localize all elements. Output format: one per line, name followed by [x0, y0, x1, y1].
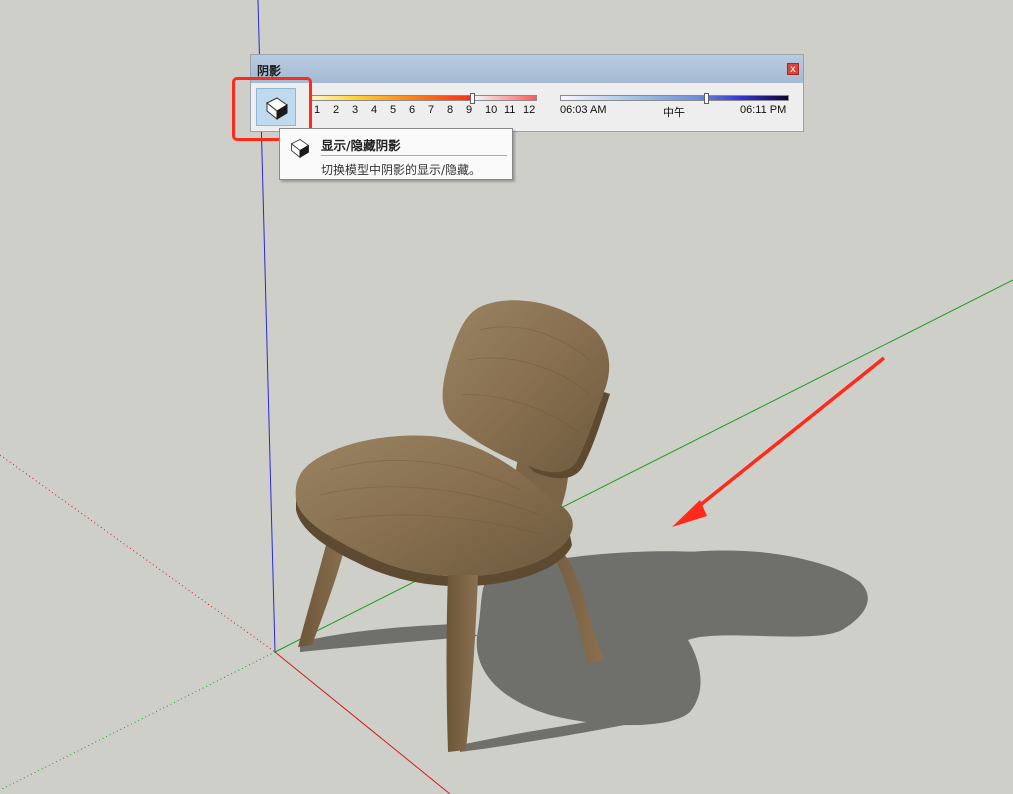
tooltip-divider	[321, 155, 507, 156]
month-label: 11	[504, 104, 516, 116]
time-slider-track[interactable]	[560, 95, 789, 101]
month-label: 12	[523, 104, 536, 116]
shadow-toggle-icon	[290, 139, 310, 159]
month-label: 8	[447, 104, 454, 116]
month-label: 10	[485, 104, 498, 116]
time-noon-label: 中午	[663, 107, 685, 119]
time-slider-thumb[interactable]	[704, 93, 710, 104]
green-axis-dotted	[0, 651, 276, 791]
month-label: 3	[352, 104, 359, 116]
close-button[interactable]: x	[787, 63, 799, 75]
month-label: 2	[333, 104, 340, 116]
month-label: 5	[390, 104, 397, 116]
chair-shadow	[300, 550, 868, 752]
month-label: 1	[314, 104, 321, 116]
shadows-toolbar: 阴影 x 1 2 3 4 5 6 7 8 9 10 11 12 06:03 AM…	[250, 54, 804, 132]
month-label: 7	[428, 104, 435, 116]
tooltip-title: 显示/隐藏阴影	[321, 138, 401, 153]
month-slider-track[interactable]	[309, 95, 537, 101]
tooltip-description: 切换模型中阴影的显示/隐藏。	[321, 163, 482, 177]
annotation-arrow	[672, 356, 886, 527]
time-start-label: 06:03 AM	[560, 104, 607, 116]
red-axis-solid	[274, 651, 451, 794]
month-label: 6	[409, 104, 416, 116]
panel-titlebar[interactable]: 阴影 x	[251, 55, 803, 83]
month-slider-thumb[interactable]	[470, 93, 475, 104]
month-label: 4	[371, 104, 378, 116]
month-label: 9	[466, 104, 473, 116]
time-end-label: 06:11 PM	[740, 104, 787, 116]
tooltip: 显示/隐藏阴影 切换模型中阴影的显示/隐藏。	[279, 128, 513, 180]
red-axis-dotted	[0, 454, 276, 653]
chair-front-right-leg	[446, 575, 478, 752]
